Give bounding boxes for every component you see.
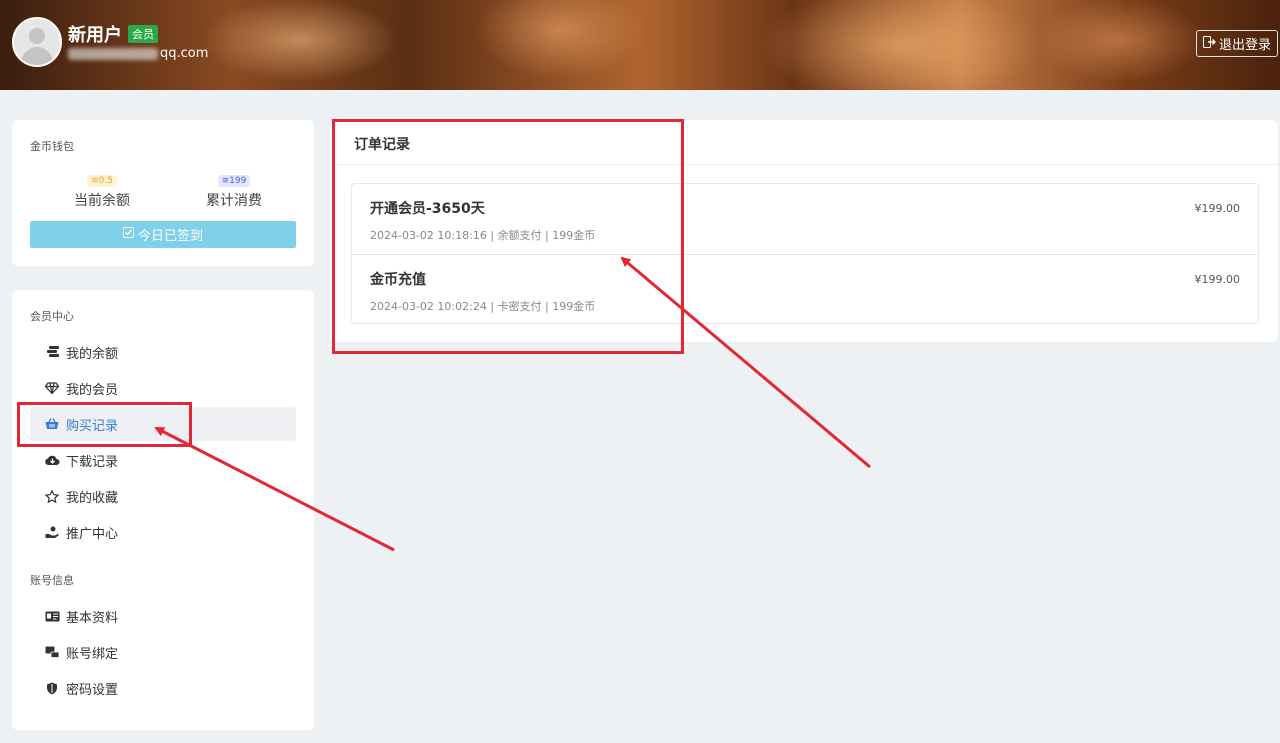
- basket-icon: [44, 418, 60, 430]
- order-records-title: 订单记录: [354, 137, 410, 153]
- order-name: 金币充值: [370, 272, 426, 288]
- sidebar-item-label: 下载记录: [66, 454, 119, 470]
- order-price: ¥199.00: [1194, 202, 1241, 215]
- username: 新用户: [68, 25, 122, 46]
- checkin-button[interactable]: 今日已签到: [30, 221, 296, 248]
- coin-icon: ≡: [91, 176, 99, 186]
- balance-stat: ≡0.5 当前余额: [42, 168, 162, 210]
- link-account-icon: [44, 646, 60, 658]
- sidebar-item-membership[interactable]: 我的会员: [30, 371, 296, 405]
- sidebar-item-label: 密码设置: [66, 682, 119, 698]
- order-meta: 2024-03-02 10:02:24 | 卡密支付 | 199金币: [370, 300, 596, 313]
- sidebar-item-balance[interactable]: 我的余额: [30, 335, 296, 369]
- order-name: 开通会员-3650天: [370, 201, 485, 217]
- sidebar-item-favorites[interactable]: 我的收藏: [30, 479, 296, 513]
- order-meta: 2024-03-02 10:18:16 | 余额支付 | 199金币: [370, 229, 596, 242]
- spent-label: 累计消费: [206, 193, 262, 209]
- vip-badge: 会员: [128, 25, 158, 43]
- sidebar-item-label: 购买记录: [66, 418, 119, 434]
- logout-icon: [1202, 35, 1216, 52]
- order-records-card: 订单记录 开通会员-3650天 2024-03-02 10:18:16 | 余额…: [330, 120, 1278, 342]
- sidebar-item-profile[interactable]: 基本资料: [30, 599, 296, 633]
- sidebar-item-promotion[interactable]: 推广中心: [30, 515, 296, 549]
- sidebar-item-purchase-records[interactable]: 购买记录: [30, 407, 296, 441]
- order-price: ¥199.00: [1194, 273, 1241, 286]
- star-icon: [44, 489, 60, 503]
- balance-value-badge: ≡0.5: [87, 175, 117, 187]
- email-redaction: [68, 47, 158, 60]
- wallet-title: 金币钱包: [30, 140, 74, 153]
- cloud-download-icon: [44, 454, 60, 466]
- coins-icon: [44, 346, 60, 358]
- profile-header: 新用户 会员 qq.com 退出登录: [0, 0, 1280, 90]
- order-row[interactable]: 开通会员-3650天 2024-03-02 10:18:16 | 余额支付 | …: [352, 184, 1258, 254]
- sidebar-item-label: 我的余额: [66, 346, 119, 362]
- account-info-title: 账号信息: [30, 574, 74, 587]
- hand-coin-icon: [44, 526, 60, 539]
- sidebar-item-label: 推广中心: [66, 526, 119, 542]
- wallet-card: 金币钱包 ≡0.5 当前余额 ≡199 累计消费 今日已签到: [12, 120, 314, 266]
- sidebar-item-label: 我的收藏: [66, 490, 119, 506]
- spent-value-badge: ≡199: [217, 175, 251, 187]
- user-email: qq.com: [68, 46, 208, 61]
- logout-label: 退出登录: [1218, 38, 1271, 53]
- avatar[interactable]: [12, 17, 62, 67]
- divider: [330, 164, 1278, 165]
- spent-stat: ≡199 累计消费: [174, 168, 294, 210]
- id-card-icon: [44, 611, 60, 622]
- sidebar-item-label: 我的会员: [66, 382, 119, 398]
- diamond-icon: [44, 382, 60, 394]
- sidebar-item-label: 基本资料: [66, 610, 119, 626]
- member-center-card: 会员中心 我的余额 我的会员 购买记录 下载记录 我的收藏 推广中心 账号信息 …: [12, 290, 314, 730]
- sidebar-item-account-binding[interactable]: 账号绑定: [30, 635, 296, 669]
- member-center-title: 会员中心: [30, 310, 74, 323]
- email-suffix: qq.com: [160, 46, 209, 61]
- checkbox-icon: [122, 227, 134, 242]
- balance-label: 当前余额: [74, 193, 130, 209]
- order-list: 开通会员-3650天 2024-03-02 10:18:16 | 余额支付 | …: [351, 183, 1259, 324]
- sidebar-item-downloads[interactable]: 下载记录: [30, 443, 296, 477]
- sidebar-item-password[interactable]: 密码设置: [30, 671, 296, 705]
- checkin-label: 今日已签到: [137, 229, 203, 244]
- order-row[interactable]: 金币充值 2024-03-02 10:02:24 | 卡密支付 | 199金币 …: [352, 254, 1258, 324]
- sidebar-item-label: 账号绑定: [66, 646, 119, 662]
- logout-button[interactable]: 退出登录: [1196, 30, 1278, 57]
- shield-icon: [44, 682, 60, 695]
